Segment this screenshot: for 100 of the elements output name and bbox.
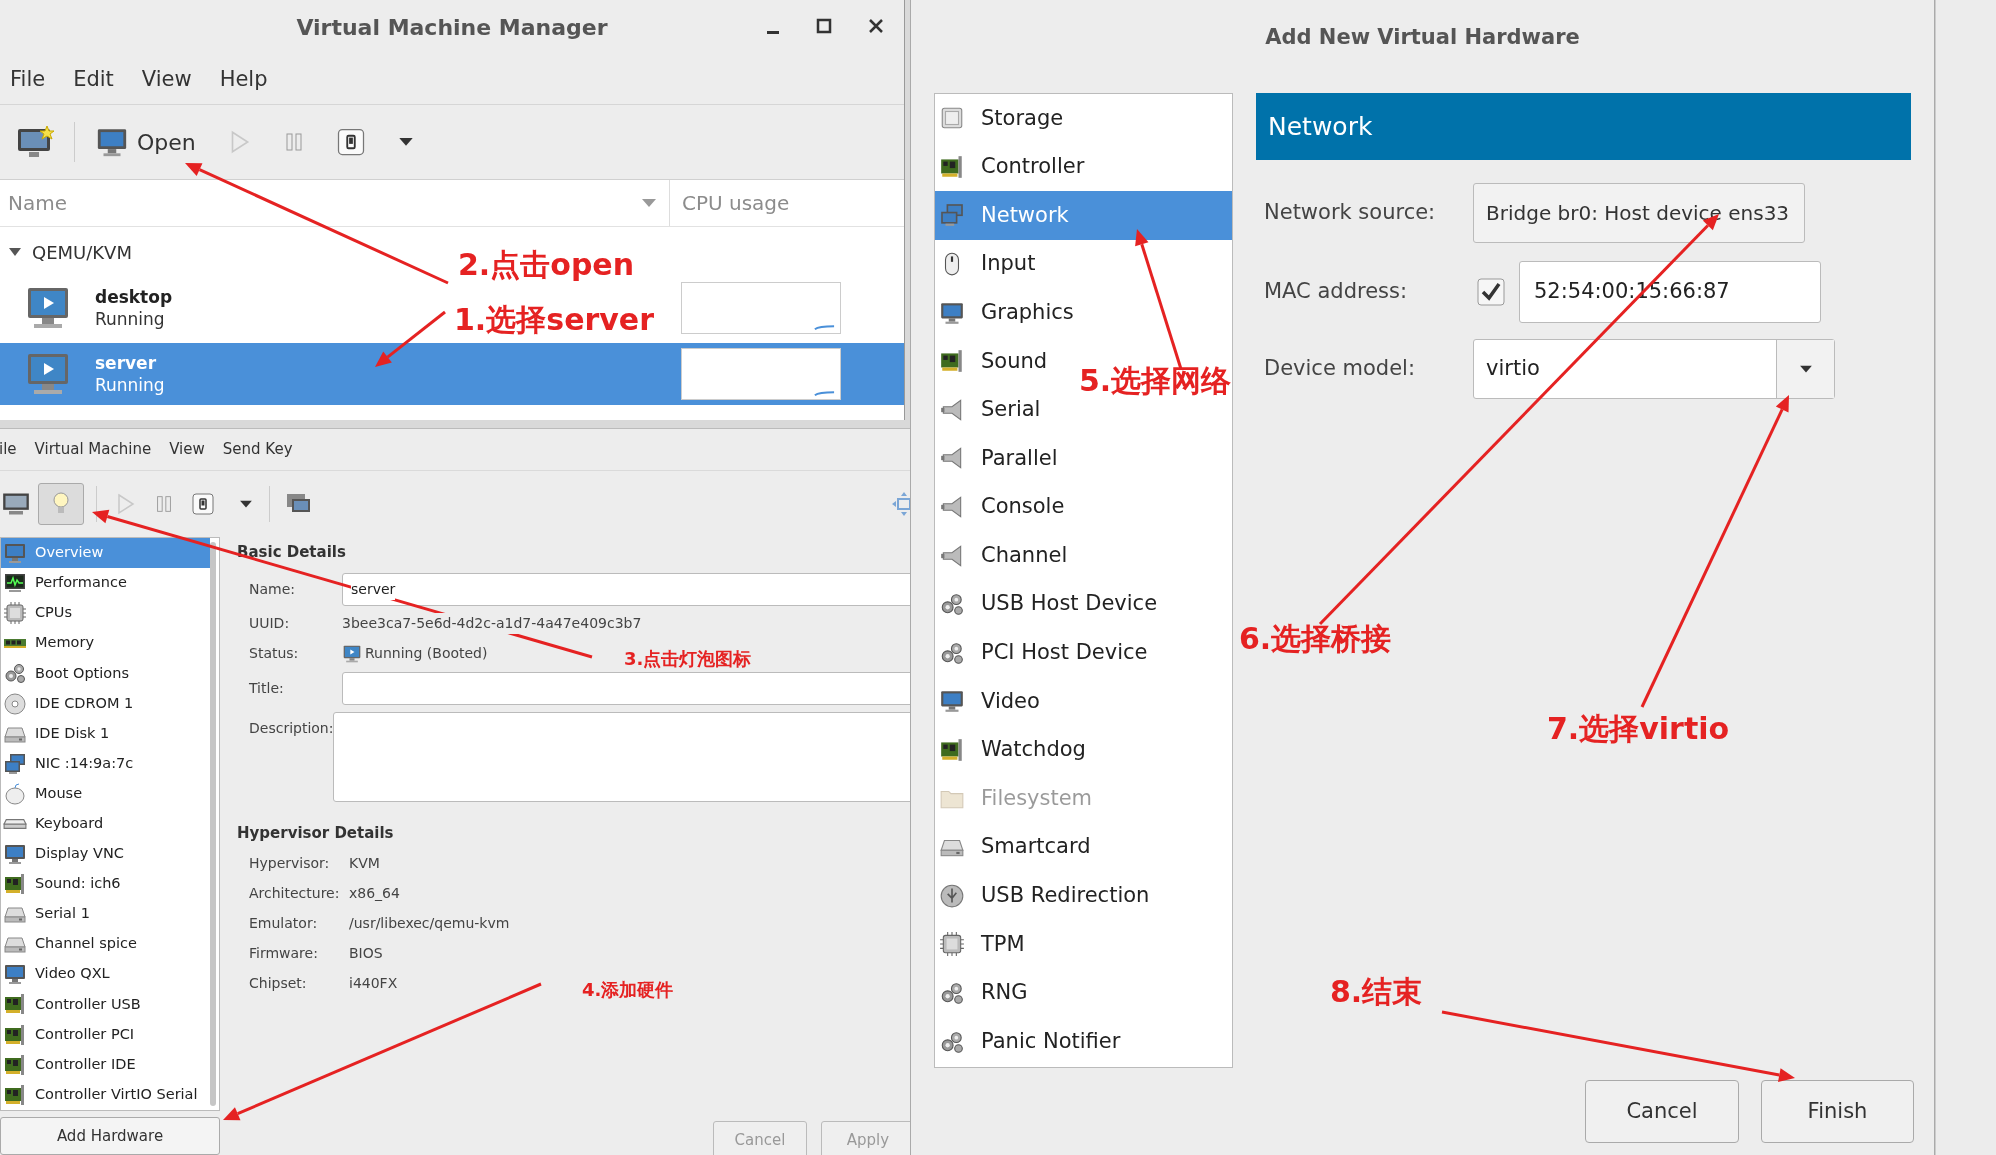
field-label: Architecture: bbox=[249, 883, 341, 903]
add-hardware-button[interactable]: Add Hardware bbox=[0, 1117, 220, 1155]
sidebar-item[interactable]: Controller PCI bbox=[1, 1019, 210, 1050]
disc-icon bbox=[3, 691, 27, 716]
annotation-arrow bbox=[375, 310, 446, 367]
menu-item[interactable]: Send Key bbox=[222, 438, 293, 461]
annotation-label: 6.选择桥接 bbox=[1239, 624, 1392, 654]
annotation-label: 8.结束 bbox=[1330, 977, 1423, 1007]
hardware-type-item[interactable]: Serial bbox=[939, 394, 1041, 426]
monitor-icon[interactable] bbox=[2, 491, 30, 517]
sidebar-item[interactable]: Mouse bbox=[1, 778, 210, 809]
window-title: Virtual Machine Manager bbox=[296, 14, 608, 42]
dialog-title: Add New Virtual Hardware bbox=[1265, 23, 1580, 51]
checkbox[interactable] bbox=[1477, 278, 1505, 306]
chip-icon bbox=[3, 601, 27, 626]
menu-item[interactable]: ile bbox=[0, 438, 17, 461]
sidebar-item[interactable]: NIC :14:9a:7c bbox=[1, 748, 210, 779]
device-model-combo[interactable]: virtio bbox=[1473, 339, 1835, 399]
close-icon[interactable] bbox=[868, 18, 884, 34]
circuit-board-icon bbox=[3, 1022, 27, 1047]
hardware-type-item[interactable]: Video bbox=[939, 685, 1040, 718]
circuit-board-icon bbox=[939, 348, 965, 375]
hardware-type-item[interactable]: Watchdog bbox=[939, 734, 1086, 766]
caret-icon[interactable] bbox=[239, 499, 253, 509]
new-vm-icon bbox=[17, 125, 55, 159]
shutdown-icon[interactable] bbox=[335, 127, 366, 157]
field-label: Network source: bbox=[1263, 199, 1437, 227]
hardware-type-item[interactable]: Console bbox=[939, 491, 1065, 523]
sidebar-item[interactable]: Controller IDE bbox=[1, 1049, 210, 1080]
finish-button[interactable]: Finish bbox=[1761, 1080, 1914, 1143]
field-value: Running (Booted) bbox=[365, 644, 488, 663]
hardware-type-item[interactable]: Storage bbox=[939, 102, 1064, 135]
hardware-type-item[interactable]: Sound bbox=[939, 345, 1048, 377]
sidebar-item[interactable]: Sound: ich6 bbox=[1, 869, 210, 900]
field-label: Status: bbox=[249, 644, 300, 663]
sidebar-item[interactable]: Video QXL bbox=[1, 959, 210, 990]
sidebar-item[interactable]: Display VNC bbox=[1, 838, 210, 870]
screenshot-icon[interactable] bbox=[286, 493, 312, 515]
field-label: Device model: bbox=[1263, 355, 1416, 383]
sidebar-item[interactable]: Controller VirtIO Serial bbox=[1, 1079, 210, 1110]
field-label: Title: bbox=[249, 678, 285, 698]
sidebar-item[interactable]: Serial 1 bbox=[1, 899, 210, 930]
monitor-icon bbox=[939, 688, 965, 715]
sidebar-item[interactable]: CPUs bbox=[1, 598, 210, 629]
keyboard-icon bbox=[3, 817, 27, 830]
hardware-type-item[interactable]: RNG bbox=[939, 977, 1028, 1009]
sidebar-item[interactable]: Performance bbox=[1, 568, 210, 599]
network-source-dropdown[interactable]: Bridge br0: Host device ens33 bbox=[1473, 183, 1805, 243]
hardware-type-item[interactable]: USB Host Device bbox=[939, 588, 1158, 620]
hardware-type-item[interactable]: Input bbox=[939, 248, 1036, 280]
field-value: KVM bbox=[349, 853, 380, 873]
field-value: 3bee3ca7-5e6d-4d2c-a1d7-4a47e409c3b7 bbox=[342, 613, 642, 634]
sidebar-item[interactable]: Boot Options bbox=[1, 658, 210, 689]
shutdown-icon[interactable] bbox=[191, 492, 215, 516]
maximize-icon[interactable] bbox=[816, 18, 832, 34]
vm-status: Running bbox=[95, 308, 165, 330]
field-value: /usr/libexec/qemu-kvm bbox=[349, 913, 510, 933]
sidebar-item[interactable]: Controller USB bbox=[1, 989, 210, 1020]
menu-item[interactable]: Virtual Machine bbox=[34, 438, 152, 461]
menu-item[interactable]: Edit bbox=[73, 63, 114, 96]
hardware-type-item[interactable]: PCI Host Device bbox=[939, 637, 1148, 669]
hardware-type-item[interactable]: TPM bbox=[939, 928, 1025, 961]
open-button[interactable]: Open bbox=[93, 125, 198, 159]
circuit-board-icon bbox=[3, 992, 27, 1017]
section-header: Network bbox=[1256, 93, 1911, 160]
sidebar-item[interactable]: IDE Disk 1 bbox=[1, 718, 210, 749]
hardware-type-item[interactable]: Graphics bbox=[939, 296, 1074, 329]
sidebar-item[interactable]: Keyboard bbox=[1, 808, 210, 839]
sidebar-item[interactable]: IDE CDROM 1 bbox=[1, 688, 210, 719]
hardware-type-item[interactable]: Smartcard bbox=[939, 831, 1091, 863]
hardware-type-item[interactable]: Parallel bbox=[939, 442, 1058, 475]
cancel-button[interactable]: Cancel bbox=[1585, 1080, 1739, 1143]
field-label: Description: bbox=[249, 719, 334, 736]
sort-caret-icon[interactable] bbox=[641, 198, 657, 208]
field-value: BIOS bbox=[349, 943, 383, 963]
menu-item[interactable]: File bbox=[10, 63, 46, 96]
caret-icon[interactable] bbox=[1798, 364, 1813, 374]
annotation-label: 3.点击灯泡图标 bbox=[624, 650, 752, 668]
circuit-board-icon bbox=[939, 737, 965, 763]
scrollbar[interactable] bbox=[210, 542, 216, 1106]
sidebar-item[interactable]: Channel spice bbox=[1, 929, 210, 960]
hardware-type-item[interactable]: USB Redirection bbox=[939, 880, 1150, 912]
hardware-type-item[interactable]: Channel bbox=[939, 539, 1068, 572]
caret-icon[interactable] bbox=[397, 137, 414, 147]
circuit-board-icon bbox=[3, 1052, 27, 1077]
annotation-label: 5.选择网络 bbox=[1079, 366, 1232, 396]
hardware-type-item[interactable]: Controller bbox=[939, 151, 1085, 183]
field-value: i440FX bbox=[349, 973, 398, 993]
sidebar-item[interactable]: Memory bbox=[1, 628, 210, 659]
hardware-type-item[interactable]: Panic Notifier bbox=[939, 1025, 1121, 1058]
menu-item[interactable]: Help bbox=[219, 63, 268, 96]
annotation-label: 7.选择virtio bbox=[1547, 714, 1730, 744]
gears-icon bbox=[939, 980, 965, 1006]
monitor-icon bbox=[3, 842, 27, 866]
connection-name[interactable]: QEMU/KVM bbox=[32, 238, 132, 266]
menu-item[interactable]: View bbox=[141, 63, 192, 96]
vm-name: server bbox=[95, 352, 157, 374]
gears-icon bbox=[3, 661, 27, 686]
menu-item[interactable]: View bbox=[169, 438, 205, 461]
network-icon bbox=[3, 751, 27, 776]
